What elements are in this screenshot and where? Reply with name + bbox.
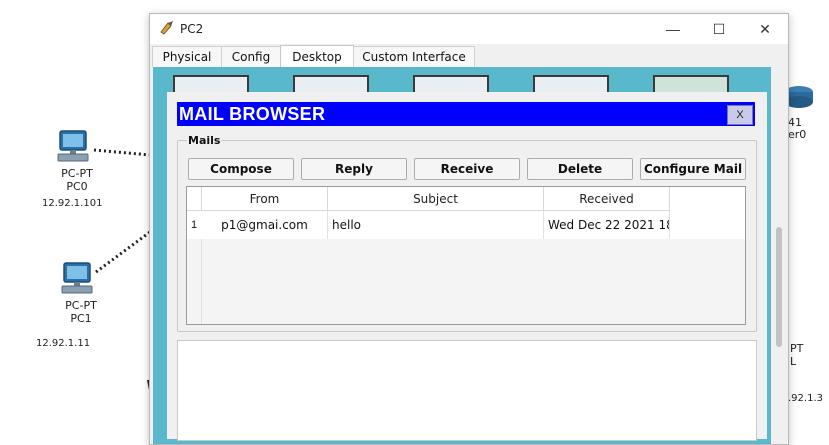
tab-config[interactable]: Config bbox=[221, 46, 281, 67]
mail-browser-panel: MAIL BROWSER X Mails Compose Reply Recei… bbox=[167, 92, 767, 441]
router-name-fragment: er0 bbox=[788, 128, 807, 141]
close-icon: X bbox=[736, 109, 744, 121]
tab-bar: Physical Config Desktop Custom Interface bbox=[150, 44, 788, 67]
configure-mail-button[interactable]: Configure Mail bbox=[640, 158, 746, 180]
maximize-button[interactable]: ☐ bbox=[696, 14, 742, 44]
delete-button[interactable]: Delete bbox=[527, 158, 633, 180]
column-header-received[interactable]: Received bbox=[544, 187, 670, 211]
mail-browser-title: MAIL BROWSER bbox=[179, 104, 326, 124]
minimize-icon: — bbox=[666, 21, 680, 37]
device-ip-fragment: .92.1.3 bbox=[788, 393, 823, 404]
reply-button[interactable]: Reply bbox=[301, 158, 407, 180]
close-icon: ✕ bbox=[759, 20, 771, 37]
mail-browser-header: MAIL BROWSER X bbox=[177, 102, 755, 126]
mail-table: From Subject Received 1 p1@gmai.com hell… bbox=[186, 186, 746, 325]
maximize-icon: ☐ bbox=[712, 20, 726, 37]
title-bar[interactable]: PC2 — ☐ ✕ bbox=[150, 14, 788, 44]
row-index: 1 bbox=[187, 211, 201, 240]
cell-from[interactable]: p1@gmai.com bbox=[202, 211, 328, 240]
empty-table-area bbox=[202, 239, 745, 324]
minimize-button[interactable]: — bbox=[650, 14, 696, 44]
receive-button[interactable]: Receive bbox=[414, 158, 520, 180]
tab-custom-interface[interactable]: Custom Interface bbox=[353, 46, 475, 67]
tab-label: Custom Interface bbox=[362, 50, 466, 64]
column-header-subject[interactable]: Subject bbox=[328, 187, 544, 211]
tab-desktop[interactable]: Desktop bbox=[280, 45, 354, 67]
mail-close-button[interactable]: X bbox=[727, 105, 753, 125]
window-title: PC2 bbox=[180, 22, 204, 36]
tab-physical[interactable]: Physical bbox=[152, 46, 222, 67]
vertical-scrollbar[interactable] bbox=[772, 67, 786, 444]
device-type-fragment: PT bbox=[790, 342, 804, 355]
column-header-from[interactable]: From bbox=[202, 187, 328, 211]
close-button[interactable]: ✕ bbox=[742, 14, 788, 44]
mails-group-label: Mails bbox=[187, 134, 222, 147]
table-corner bbox=[187, 187, 202, 211]
tab-label: Desktop bbox=[292, 49, 342, 64]
network-links bbox=[93, 148, 151, 391]
device-name-fragment: L bbox=[790, 355, 797, 368]
scrollbar-thumb[interactable] bbox=[776, 227, 782, 347]
packet-tracer-app-icon bbox=[160, 21, 173, 35]
cell-subject[interactable]: hello bbox=[328, 211, 544, 240]
tab-label: Config bbox=[231, 50, 271, 64]
tab-label: Physical bbox=[162, 50, 212, 64]
message-preview-area[interactable] bbox=[177, 340, 757, 441]
compose-button[interactable]: Compose bbox=[188, 158, 294, 180]
cell-received[interactable]: Wed Dec 22 2021 18:... bbox=[544, 211, 670, 240]
row-header-column bbox=[187, 239, 202, 324]
